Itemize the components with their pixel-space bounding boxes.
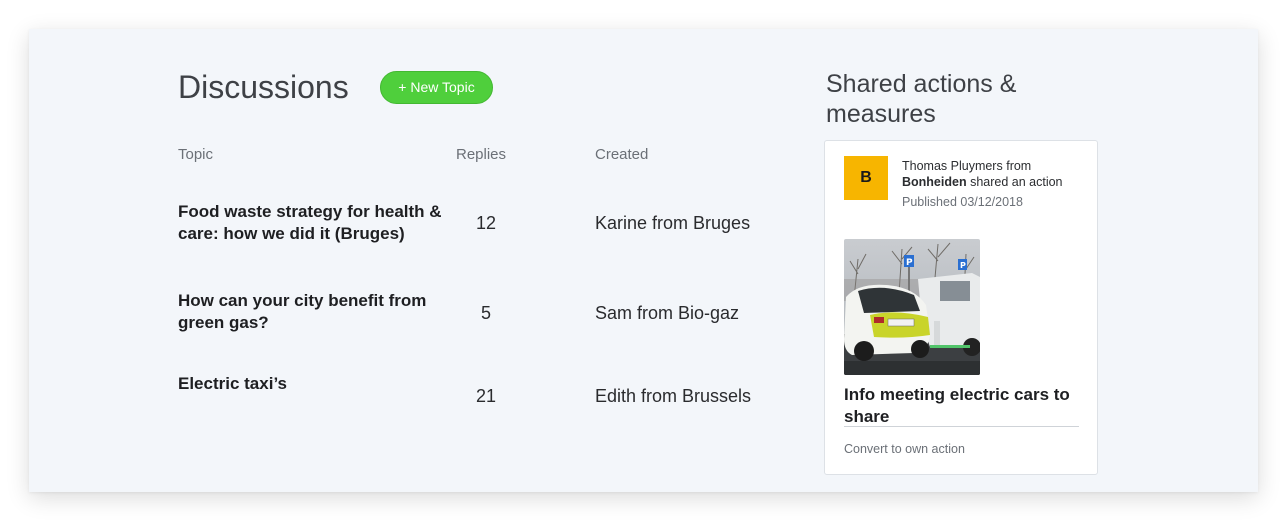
shared-actions-title: Shared actions & measures [826, 70, 1017, 128]
from-word: from [1006, 159, 1032, 173]
svg-text:P: P [960, 261, 966, 270]
new-topic-button[interactable]: + New Topic [380, 71, 493, 104]
org-name: Bonheiden [902, 175, 967, 189]
shared-by-line: Thomas Pluymers from Bonheiden shared an… [902, 158, 1087, 190]
svg-text:P: P [906, 258, 913, 268]
author-name: Thomas Pluymers [902, 159, 1003, 173]
created-by: Sam from Bio-gaz [595, 303, 740, 323]
electric-cars-image: P P [844, 239, 980, 375]
action-title-link[interactable]: Info meeting electric cars to share [844, 384, 1084, 428]
replies-count: 12 [475, 213, 497, 233]
published-date: Published 03/12/2018 [902, 195, 1023, 209]
replies-count: 21 [475, 386, 497, 406]
action-photo[interactable]: P P [844, 239, 980, 375]
topic-link[interactable]: How can your city benefit from green gas… [178, 290, 453, 334]
column-header-topic: Topic [178, 146, 214, 163]
column-header-replies: Replies [456, 146, 507, 163]
shared-action-card[interactable]: B Thomas Pluymers from Bonheiden shared … [824, 140, 1098, 475]
topic-link[interactable]: Electric taxi’s [178, 373, 453, 395]
created-by: Karine from Bruges [595, 213, 751, 233]
discussions-title: Discussions [178, 69, 349, 105]
card-divider [844, 426, 1079, 427]
replies-count: 5 [480, 303, 491, 323]
org-avatar: B [844, 156, 888, 200]
created-by: Edith from Brussels [595, 386, 752, 406]
topic-link[interactable]: Food waste strategy for health & care: h… [178, 201, 453, 245]
column-header-created: Created [595, 146, 649, 163]
convert-to-own-action-link[interactable]: Convert to own action [844, 442, 965, 456]
main-panel: Discussions + New Topic Topic Replies Cr… [29, 29, 1258, 492]
shared-text: shared an action [970, 175, 1063, 189]
